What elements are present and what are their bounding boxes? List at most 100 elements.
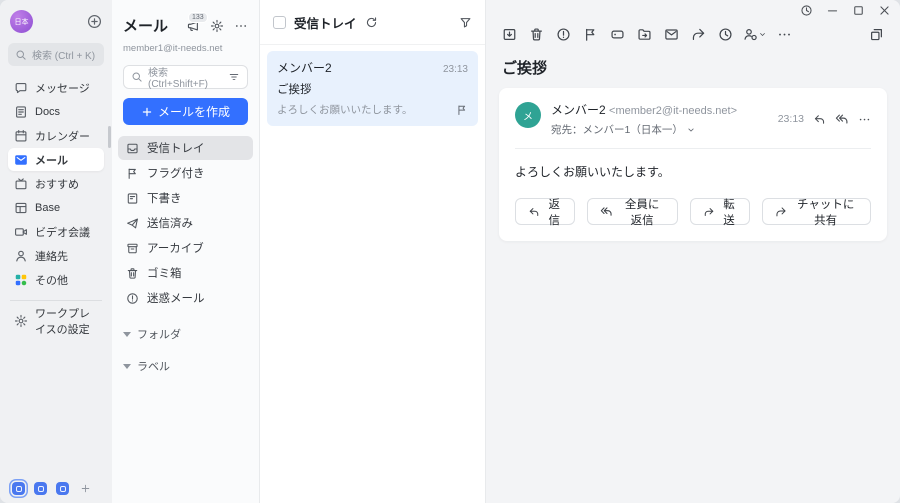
history-icon[interactable] <box>800 4 813 17</box>
message-more-icon[interactable] <box>858 113 871 126</box>
sidebar-item-calendar[interactable]: カレンダー <box>8 124 104 147</box>
sidebar-item-label: Docs <box>35 105 61 118</box>
draft-icon <box>126 192 139 205</box>
item-time: 23:13 <box>442 64 468 75</box>
folder-label: 迷惑メール <box>147 293 205 305</box>
delete-icon[interactable] <box>527 25 546 44</box>
open-in-new-window-icon[interactable] <box>867 25 886 44</box>
assign-conversation-button[interactable] <box>743 25 767 44</box>
chat-icon <box>14 81 28 95</box>
reply-all-icon <box>600 205 613 218</box>
mark-as-read-icon[interactable] <box>662 25 681 44</box>
sidebar-item-more-apps[interactable]: その他 <box>8 268 104 291</box>
message-time: 23:13 <box>777 113 804 125</box>
sidebar-item-docs[interactable]: Docs <box>8 100 104 123</box>
mail-list-item[interactable]: メンバー2 23:13 ご挨拶 よろしくお願いいたします。 <box>267 51 478 126</box>
sidebar-item-workplace-settings[interactable]: ワークプレイスの設定 <box>8 308 104 336</box>
dock-window-1[interactable] <box>12 482 25 495</box>
folder-label: 送信済み <box>147 218 193 230</box>
button-label: 転送 <box>723 198 735 227</box>
compose-mail-button[interactable]: メールを作成 <box>123 98 248 125</box>
folder-trash[interactable]: ゴミ箱 <box>118 261 253 285</box>
reading-pane: ご挨拶 メ メンバー2 <member2@it-needs.net> 宛先：メン… <box>486 0 900 503</box>
sidebar-item-messages[interactable]: メッセージ <box>8 76 104 99</box>
report-spam-icon[interactable] <box>554 25 573 44</box>
mail-panel-title: メール <box>123 18 169 35</box>
folder-archive[interactable]: アーカイブ <box>118 236 253 260</box>
forward-icon <box>703 206 715 218</box>
forward-button[interactable]: 転送 <box>689 198 751 227</box>
docs-icon <box>14 105 28 119</box>
sidebar-item-video-meeting[interactable]: ビデオ会議 <box>8 220 104 243</box>
sidebar-item-label: ビデオ会議 <box>35 226 90 239</box>
reply-icon[interactable] <box>813 113 826 126</box>
global-search-input[interactable]: 検索 (Ctrl + K) <box>8 43 104 66</box>
mail-migration-icon[interactable]: 133 <box>186 11 208 33</box>
maximize-icon[interactable] <box>852 4 865 17</box>
sidebar-scrollbar[interactable] <box>108 126 111 148</box>
folder-label: ゴミ箱 <box>147 268 182 280</box>
reply-button[interactable]: 返信 <box>515 198 576 227</box>
dock-window-3[interactable] <box>56 482 69 495</box>
snooze-icon[interactable] <box>716 25 735 44</box>
message-card: メ メンバー2 <member2@it-needs.net> 宛先：メンバー1（… <box>499 88 887 241</box>
trash-icon <box>126 267 139 280</box>
archive-icon <box>126 242 139 255</box>
move-to-folder-icon[interactable] <box>635 25 654 44</box>
spam-icon <box>126 292 139 305</box>
mail-nav-panel: メール 133 member1@it-needs.net 検索 (Ctrl+Sh… <box>112 0 260 503</box>
sidebar-item-moments[interactable]: おすすめ <box>8 172 104 195</box>
sidebar-item-base[interactable]: Base <box>8 196 104 219</box>
filter-funnel-icon[interactable] <box>459 16 472 29</box>
mail-search-input[interactable]: 検索 (Ctrl+Shift+F) <box>123 65 248 90</box>
flag-icon[interactable] <box>456 104 468 116</box>
folder-flagged[interactable]: フラグ付き <box>118 161 253 185</box>
folder-spam[interactable]: 迷惑メール <box>118 286 253 310</box>
section-folders[interactable]: フォルダ <box>123 326 248 342</box>
sender-email: <member2@it-needs.net> <box>609 105 737 117</box>
mail-more-icon[interactable] <box>234 19 248 33</box>
minimize-icon[interactable] <box>826 4 839 17</box>
add-circle-icon[interactable] <box>87 14 102 29</box>
dock-window-2[interactable] <box>34 482 47 495</box>
plus-icon <box>141 106 153 118</box>
sidebar-item-label: その他 <box>35 274 68 287</box>
folder-inbox[interactable]: 受信トレイ <box>118 136 253 160</box>
share-to-chat-icon <box>775 206 787 218</box>
mail-subject: ご挨拶 <box>502 60 548 77</box>
item-preview: よろしくお願いいたします。 <box>277 104 413 116</box>
folder-sent[interactable]: 送信済み <box>118 211 253 235</box>
reply-all-icon[interactable] <box>835 112 849 126</box>
app-sidebar: 日本 検索 (Ctrl + K) メッセージ Docs カレンダー メール おす… <box>0 0 112 503</box>
search-filter-icon[interactable] <box>228 71 240 83</box>
archive-icon[interactable] <box>500 25 519 44</box>
flag-icon[interactable] <box>581 25 600 44</box>
refresh-icon[interactable] <box>365 16 378 29</box>
tenant-avatar[interactable]: 日本 <box>10 10 33 33</box>
gear-icon <box>14 314 28 328</box>
reply-all-button[interactable]: 全員に返信 <box>587 198 678 227</box>
forward-icon[interactable] <box>689 25 708 44</box>
app-window: 日本 検索 (Ctrl + K) メッセージ Docs カレンダー メール おす… <box>0 0 900 503</box>
recipient-line[interactable]: 宛先：メンバー1（日本一） <box>551 122 737 137</box>
flag-icon <box>126 167 139 180</box>
sender-name: メンバー2 <box>551 103 606 117</box>
more-actions-icon[interactable] <box>775 25 794 44</box>
global-search-placeholder: 検索 (Ctrl + K) <box>32 51 96 62</box>
sidebar-item-contacts[interactable]: 連絡先 <box>8 244 104 267</box>
label-icon[interactable] <box>608 25 627 44</box>
mail-settings-gear-icon[interactable] <box>210 19 224 33</box>
list-header-title: 受信トレイ <box>294 16 357 31</box>
search-icon <box>131 71 143 83</box>
reply-icon <box>528 206 540 218</box>
search-icon <box>15 49 27 61</box>
share-to-chat-button[interactable]: チャットに共有 <box>762 198 871 227</box>
dock-add-icon[interactable] <box>80 483 91 494</box>
folder-drafts[interactable]: 下書き <box>118 186 253 210</box>
close-icon[interactable] <box>878 4 891 17</box>
sidebar-item-mail[interactable]: メール <box>8 148 104 171</box>
select-all-checkbox[interactable] <box>273 15 286 29</box>
section-labels[interactable]: ラベル <box>123 358 248 374</box>
sender-avatar[interactable]: メ <box>515 102 541 128</box>
mail-toolbar <box>486 25 900 44</box>
